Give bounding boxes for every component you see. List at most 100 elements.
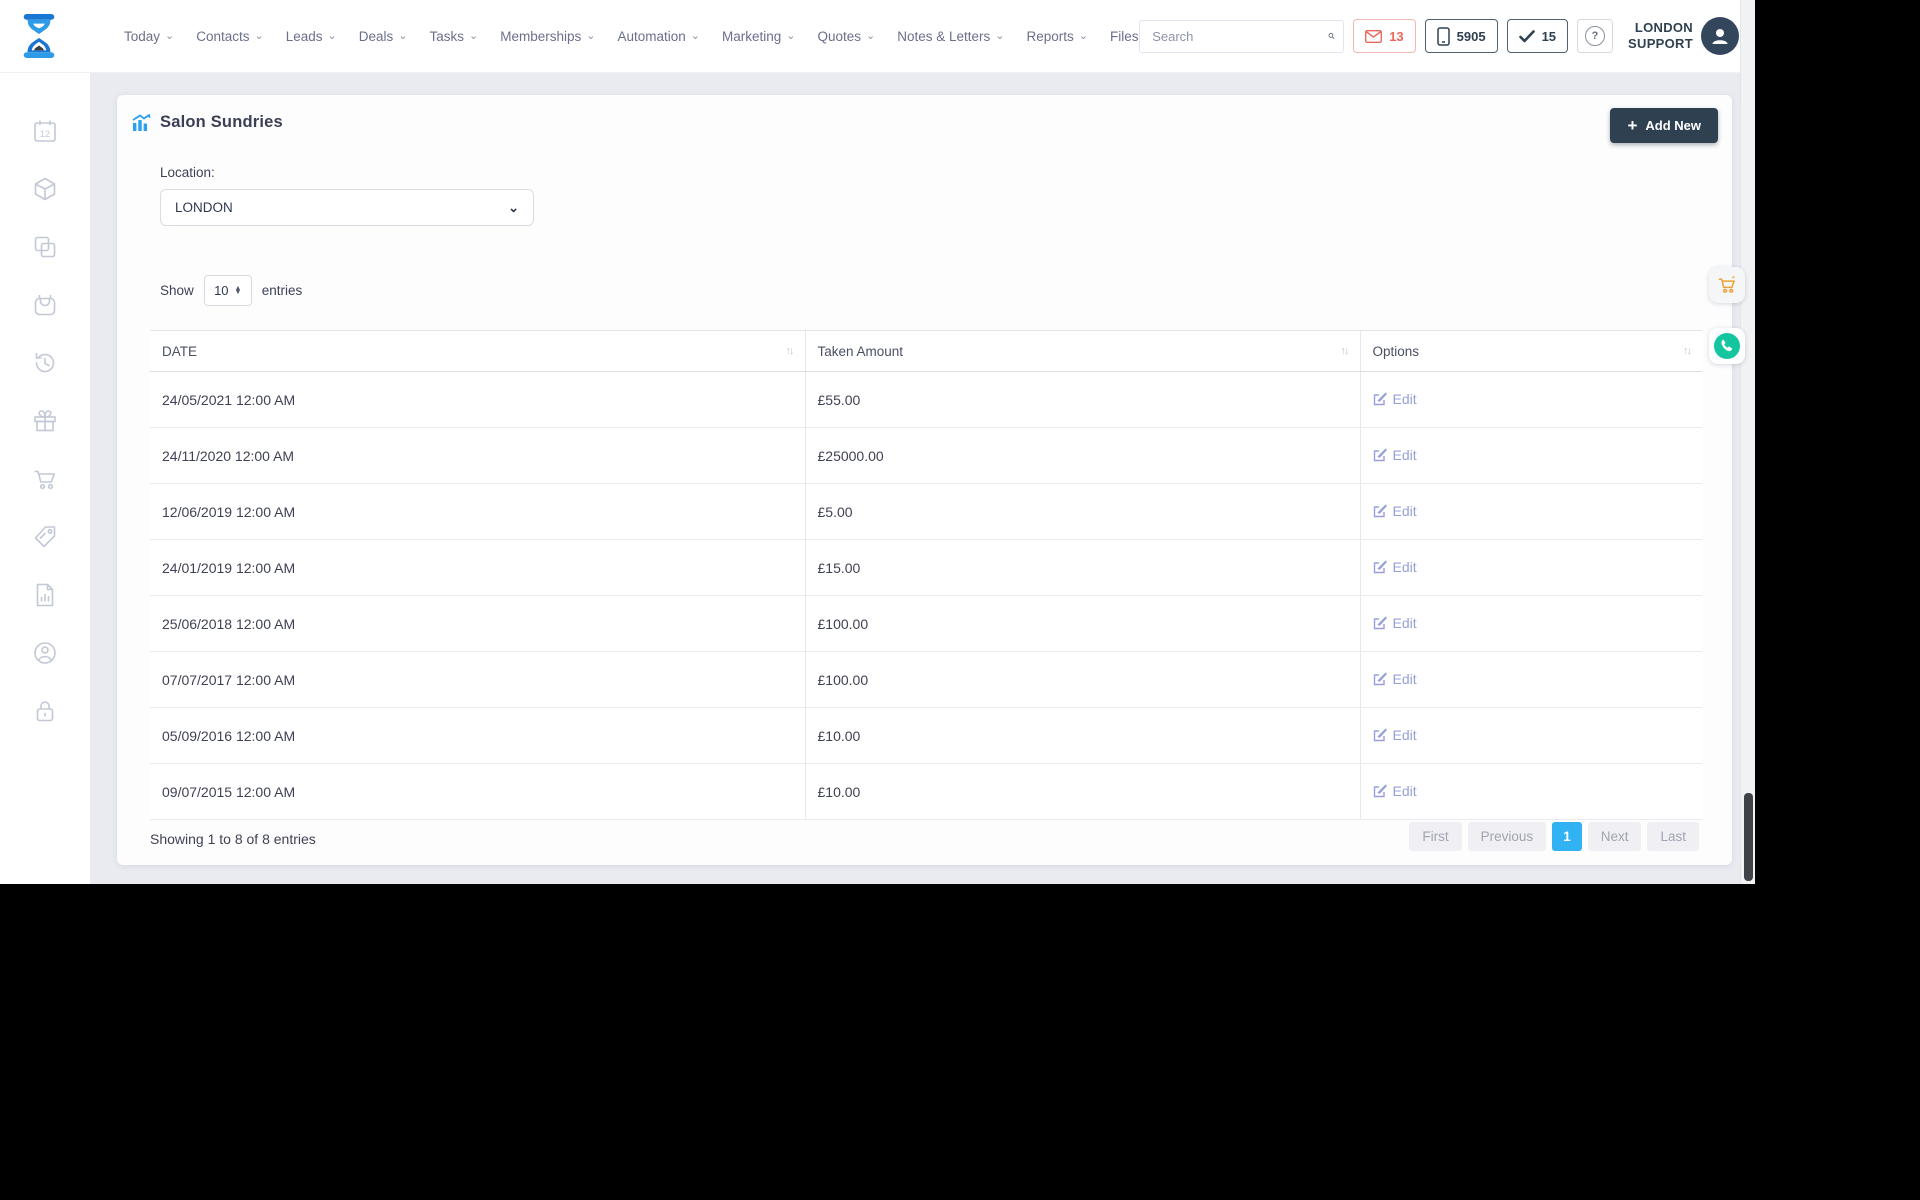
amount-cell: £100.00: [804, 595, 1360, 652]
edit-link[interactable]: Edit: [1373, 391, 1417, 407]
edit-icon: [1373, 672, 1387, 685]
vertical-scrollbar[interactable]: [1740, 0, 1755, 884]
table-row: 24/05/2021 12:00 AM £55.00 Edit: [150, 371, 1702, 428]
nav-files[interactable]: Files: [1110, 29, 1139, 44]
date-cell: 25/06/2018 12:00 AM: [150, 595, 805, 652]
date-cell: 24/01/2019 12:00 AM: [150, 539, 805, 596]
nav-notes-letters[interactable]: Notes & Letters ⌄: [897, 29, 1004, 44]
lock-icon[interactable]: [32, 698, 58, 724]
edit-link[interactable]: Edit: [1373, 559, 1417, 575]
history-icon[interactable]: [32, 350, 58, 376]
nav-contacts[interactable]: Contacts ⌄: [196, 29, 264, 44]
calendar-icon[interactable]: 12: [32, 118, 58, 144]
messages-badge[interactable]: 13: [1353, 19, 1416, 53]
chevron-down-icon: ⌄: [165, 29, 175, 42]
column-header-date[interactable]: DATE ↑↓: [150, 330, 805, 372]
sort-icon: ↑↓: [785, 345, 795, 357]
chevron-down-icon: ⌄: [1078, 29, 1089, 42]
nav-leads[interactable]: Leads ⌄: [286, 29, 337, 44]
checkmark-icon: [1518, 29, 1535, 42]
search-input[interactable]: [1152, 28, 1329, 44]
phone-extension: 5905: [1456, 28, 1486, 44]
table-row: 07/07/2017 12:00 AM £100.00 Edit: [150, 651, 1702, 708]
show-entries-control: Show 10 ▲ ▼ entries: [160, 275, 302, 306]
edit-icon: [1373, 728, 1387, 741]
table-row: 24/11/2020 12:00 AM £25000.00 Edit: [150, 427, 1702, 484]
call-float-button[interactable]: [1709, 328, 1745, 364]
cart-icon: [1718, 276, 1735, 293]
entries-label: entries: [261, 283, 303, 298]
nav-quotes[interactable]: Quotes ⌄: [818, 29, 876, 44]
page-length-select[interactable]: 10 ▲ ▼: [203, 275, 252, 306]
column-header-taken-amount[interactable]: Taken Amount ↑↓: [804, 330, 1360, 372]
nav-marketing[interactable]: Marketing ⌄: [722, 29, 796, 44]
duplicate-icon[interactable]: [32, 234, 58, 260]
search-icon[interactable]: [1328, 27, 1335, 45]
cart-float-button[interactable]: [1709, 267, 1745, 303]
pagination-last[interactable]: Last: [1647, 822, 1699, 851]
amount-cell: £25000.00: [804, 427, 1360, 484]
scrollbar-thumb[interactable]: [1744, 793, 1753, 881]
gift-icon[interactable]: [32, 408, 58, 434]
page-title: Salon Sundries: [160, 113, 283, 131]
edit-link[interactable]: Edit: [1373, 615, 1417, 631]
nav-today[interactable]: Today ⌄: [124, 29, 174, 44]
nav-deals[interactable]: Deals ⌄: [359, 29, 408, 44]
pagination-page-1[interactable]: 1: [1552, 822, 1582, 851]
options-cell: Edit: [1359, 707, 1702, 764]
entries-summary: Showing 1 to 8 of 8 entries: [150, 831, 316, 847]
nav-automation[interactable]: Automation ⌄: [617, 29, 700, 44]
tasks-badge[interactable]: 15: [1506, 19, 1569, 53]
chevron-down-icon: ⌄: [398, 29, 408, 42]
report-icon[interactable]: [32, 582, 58, 608]
nav-tasks[interactable]: Tasks ⌄: [430, 29, 479, 44]
edit-icon: [1373, 560, 1387, 573]
cart-icon[interactable]: [32, 466, 58, 492]
add-new-button[interactable]: + Add New: [1610, 108, 1718, 143]
chevron-down-icon: ⌄: [866, 29, 876, 42]
pagination: First Previous 1 Next Last: [1409, 822, 1699, 851]
pagination-next[interactable]: Next: [1587, 822, 1642, 851]
edit-link[interactable]: Edit: [1373, 447, 1417, 463]
tasks-count: 15: [1541, 28, 1557, 44]
topbar-right-cluster: 13 5905 15 ? LONDON SUPPORT: [1139, 17, 1739, 55]
date-cell: 09/07/2015 12:00 AM: [150, 763, 805, 820]
date-cell: 24/05/2021 12:00 AM: [150, 371, 805, 428]
phone-badge[interactable]: 5905: [1424, 19, 1498, 53]
chevron-down-icon: ⌄: [469, 29, 479, 42]
avatar[interactable]: [1701, 17, 1739, 55]
user-name: LONDON SUPPORT: [1628, 19, 1693, 51]
chevron-down-icon: ⌄: [254, 29, 264, 42]
user-menu[interactable]: LONDON SUPPORT: [1628, 17, 1739, 55]
person-icon: [1712, 29, 1728, 44]
table-row: 12/06/2019 12:00 AM £5.00 Edit: [150, 483, 1702, 540]
search-box: [1139, 19, 1345, 53]
options-cell: Edit: [1359, 483, 1702, 540]
date-cell: 24/11/2020 12:00 AM: [150, 427, 805, 484]
sort-icon: ↑↓: [1683, 345, 1692, 357]
nav-memberships[interactable]: Memberships ⌄: [500, 29, 595, 44]
edit-link[interactable]: Edit: [1373, 503, 1417, 519]
stepper-icon: ▲ ▼: [234, 284, 242, 296]
column-header-options[interactable]: Options ↑↓: [1359, 330, 1702, 372]
edit-link[interactable]: Edit: [1373, 671, 1417, 687]
hourglass-logo[interactable]: [18, 12, 60, 60]
package-icon[interactable]: [32, 176, 58, 202]
top-navigation-bar: Today ⌄ Contacts ⌄ Leads ⌄ Deals ⌄ Tasks ⌄ Me…: [0, 0, 1755, 73]
pagination-first[interactable]: First: [1409, 822, 1462, 851]
tag-icon[interactable]: [32, 524, 58, 550]
edit-link[interactable]: Edit: [1373, 783, 1417, 799]
location-select[interactable]: LONDON ⌄: [160, 189, 534, 226]
basin-icon[interactable]: [32, 292, 58, 318]
sort-icon: ↑↓: [1340, 345, 1350, 357]
plus-icon: +: [1627, 116, 1638, 135]
pagination-previous[interactable]: Previous: [1467, 822, 1547, 851]
amount-cell: £10.00: [804, 763, 1360, 820]
main-menu: Today ⌄ Contacts ⌄ Leads ⌄ Deals ⌄ Tasks ⌄ Me…: [124, 29, 1139, 44]
help-button[interactable]: ?: [1577, 19, 1614, 53]
account-icon[interactable]: [32, 640, 58, 666]
nav-reports[interactable]: Reports ⌄: [1027, 29, 1089, 44]
chart-icon: [132, 113, 151, 131]
edit-link[interactable]: Edit: [1373, 727, 1417, 743]
mobile-phone-icon: [1436, 26, 1450, 46]
